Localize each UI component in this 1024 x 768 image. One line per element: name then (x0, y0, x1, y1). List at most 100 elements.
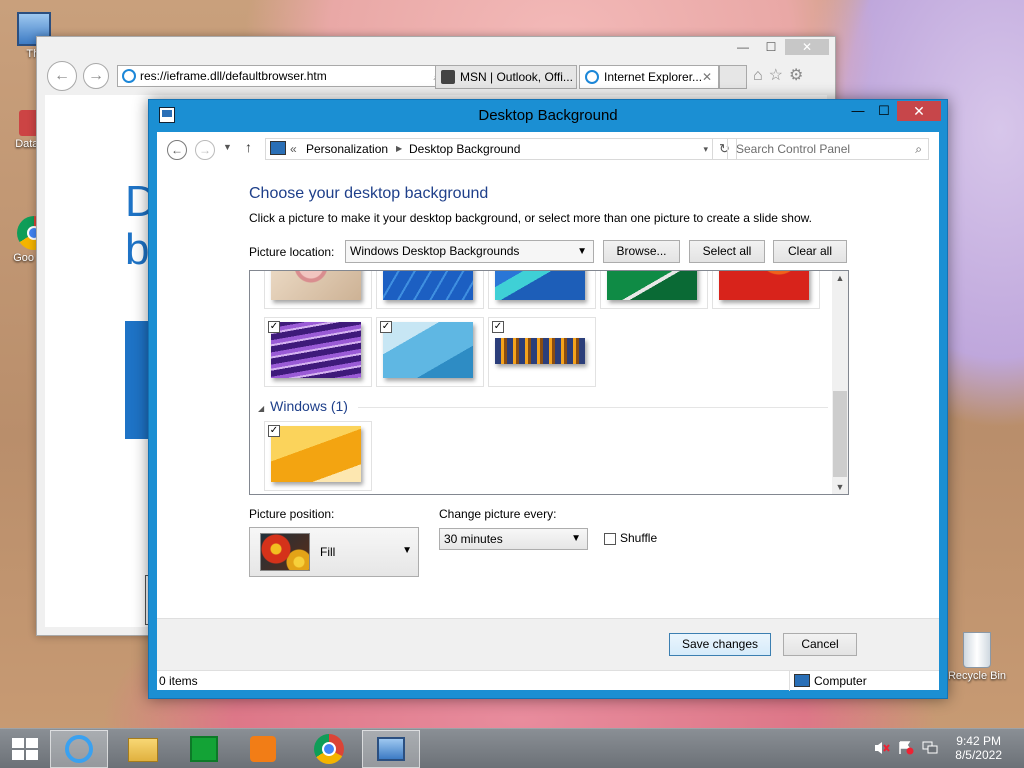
main-content: Choose your desktop background Click a p… (157, 166, 939, 638)
minimize-button[interactable]: — (845, 101, 871, 121)
breadcrumb[interactable]: « Personalization ▶ Desktop Background ▾ (265, 138, 713, 160)
forward-button[interactable]: → (195, 140, 215, 160)
taskbar-store[interactable] (176, 730, 234, 768)
ie-address-text: res://ieframe.dll/defaultbrowser.htm (140, 69, 327, 83)
windows-logo-icon (12, 738, 38, 760)
close-button[interactable]: ✕ (897, 101, 941, 121)
thumbnail-image (271, 271, 361, 300)
group-header-windows[interactable]: ◢ Windows (1) (258, 398, 828, 414)
collapse-triangle-icon[interactable]: ◢ (258, 404, 264, 413)
desktop-icon-label: Recycle Bin (947, 670, 1007, 682)
ie-tab-label: MSN | Outlook, Offi... (460, 70, 573, 84)
thumbnail-image (495, 271, 585, 300)
ie-tab-msn[interactable]: MSN | Outlook, Offi... (435, 65, 577, 89)
media-player-icon (250, 736, 276, 762)
shuffle-label[interactable]: Shuffle (620, 531, 657, 545)
ie-tab-close-icon[interactable]: ✕ (702, 66, 712, 88)
picture-thumbnail[interactable] (376, 271, 484, 309)
status-item-count: 0 items (159, 674, 198, 688)
network-icon[interactable] (922, 741, 938, 755)
thumbnail-checkbox[interactable]: ✓ (492, 321, 504, 333)
taskbar-file-explorer[interactable] (114, 730, 172, 768)
breadcrumb-item-desktop-background[interactable]: Desktop Background (409, 139, 520, 159)
select-all-button[interactable]: Select all (689, 240, 765, 263)
start-button[interactable] (0, 730, 50, 768)
taskbar-media-player[interactable] (236, 730, 294, 768)
ie-toolbar: ← → res://ieframe.dll/defaultbrowser.htm… (37, 37, 835, 97)
store-icon (190, 736, 218, 762)
status-location: Computer (789, 671, 941, 691)
picture-thumbnail[interactable] (600, 271, 708, 309)
msn-icon (441, 70, 455, 84)
ie-tab-internet-explorer[interactable]: Internet Explorer... ✕ (579, 65, 719, 89)
ie-page-icon (122, 69, 136, 83)
ie-icon (65, 735, 93, 763)
chevron-down-icon[interactable]: ▾ (703, 139, 708, 159)
ie-new-tab-button[interactable] (719, 65, 747, 89)
change-picture-select[interactable]: 30 minutes ▼ (439, 528, 588, 550)
thumbnail-checkbox[interactable]: ✓ (268, 321, 280, 333)
window-body: ← → ▼ ↑ « Personalization ▶ Desktop Back… (157, 132, 939, 690)
ie-forward-button[interactable]: → (83, 63, 109, 89)
taskbar-control-panel[interactable] (362, 730, 420, 768)
picture-thumbnail[interactable]: ✓ (264, 421, 372, 491)
recent-locations-dropdown[interactable]: ▼ (223, 142, 232, 152)
save-changes-button[interactable]: Save changes (669, 633, 771, 656)
thumbnail-checkbox[interactable]: ✓ (380, 321, 392, 333)
folder-icon (128, 738, 158, 762)
ie-address-bar[interactable]: res://ieframe.dll/defaultbrowser.htm ⌕ ▾… (117, 65, 467, 87)
window-titlebar[interactable]: Desktop Background — ☐ ✕ (149, 100, 947, 132)
thumbnail-image (383, 271, 473, 300)
breadcrumb-item-personalization[interactable]: Personalization (306, 139, 388, 159)
picture-thumbnail[interactable]: ✓ (264, 317, 372, 387)
picture-thumbnail[interactable]: ✓ (488, 317, 596, 387)
picture-position-select[interactable]: Fill ▼ (249, 527, 419, 577)
thumbnail-checkbox[interactable]: ✓ (268, 425, 280, 437)
scrollbar-thumb[interactable] (833, 391, 847, 477)
picture-thumbnail[interactable] (712, 271, 820, 309)
cancel-button[interactable]: Cancel (783, 633, 857, 656)
picture-location-value: Windows Desktop Backgrounds (350, 244, 520, 258)
desktop-icon-recycle-bin[interactable]: Recycle Bin (942, 632, 1012, 682)
status-bar: 0 items Computer (157, 670, 941, 691)
clock-time: 9:42 PM (956, 734, 1001, 748)
maximize-button[interactable]: ☐ (871, 101, 897, 121)
back-button[interactable]: ← (167, 140, 187, 160)
up-button[interactable]: ↑ (245, 139, 252, 155)
ie-back-button[interactable]: ← (47, 61, 77, 91)
control-panel-icon (377, 737, 405, 761)
chevron-down-icon: ▼ (577, 246, 587, 257)
desktop-background-window[interactable]: Desktop Background — ☐ ✕ ← → ▼ ↑ « Perso… (148, 99, 948, 699)
taskbar-internet-explorer[interactable] (50, 730, 108, 768)
picture-thumbnail[interactable] (264, 271, 372, 309)
navigation-bar: ← → ▼ ↑ « Personalization ▶ Desktop Back… (157, 132, 939, 166)
search-input[interactable]: Search Control Panel ⌕ (727, 138, 929, 160)
picture-list[interactable]: ✓ ✓ ✓ ◢ Windows (1) ✓ ▲ ▼ (249, 270, 849, 495)
ie-tab-label: Internet Explorer... (604, 70, 703, 84)
scroll-down-icon[interactable]: ▼ (832, 482, 848, 492)
breadcrumb-overflow[interactable]: « (290, 139, 297, 159)
browse-button[interactable]: Browse... (603, 240, 680, 263)
scroll-up-icon[interactable]: ▲ (832, 273, 848, 283)
chevron-right-icon[interactable]: ▶ (396, 139, 402, 159)
picture-location-select[interactable]: Windows Desktop Backgrounds ▼ (345, 240, 594, 263)
computer-icon (794, 674, 810, 687)
picture-list-scrollbar[interactable]: ▲ ▼ (832, 271, 848, 494)
thumbnail-image (271, 426, 361, 482)
search-placeholder: Search Control Panel (736, 142, 851, 156)
shuffle-checkbox[interactable] (604, 533, 616, 545)
action-center-flag-icon[interactable] (898, 741, 914, 755)
volume-muted-icon[interactable] (874, 741, 890, 755)
chevron-down-icon: ▼ (402, 545, 412, 556)
page-description: Click a picture to make it your desktop … (249, 211, 812, 225)
picture-thumbnail[interactable] (488, 271, 596, 309)
ie-heading-fragment: b (125, 225, 150, 274)
taskbar: 9:42 PM 8/5/2022 (0, 728, 1024, 768)
ie-home-favorites-settings-icons[interactable]: ⌂☆⚙ (753, 65, 809, 85)
system-clock[interactable]: 9:42 PM 8/5/2022 (955, 734, 1002, 762)
ie-icon (585, 70, 599, 84)
picture-thumbnail[interactable]: ✓ (376, 317, 484, 387)
search-icon[interactable]: ⌕ (915, 139, 922, 159)
clear-all-button[interactable]: Clear all (773, 240, 847, 263)
taskbar-chrome[interactable] (300, 730, 358, 768)
